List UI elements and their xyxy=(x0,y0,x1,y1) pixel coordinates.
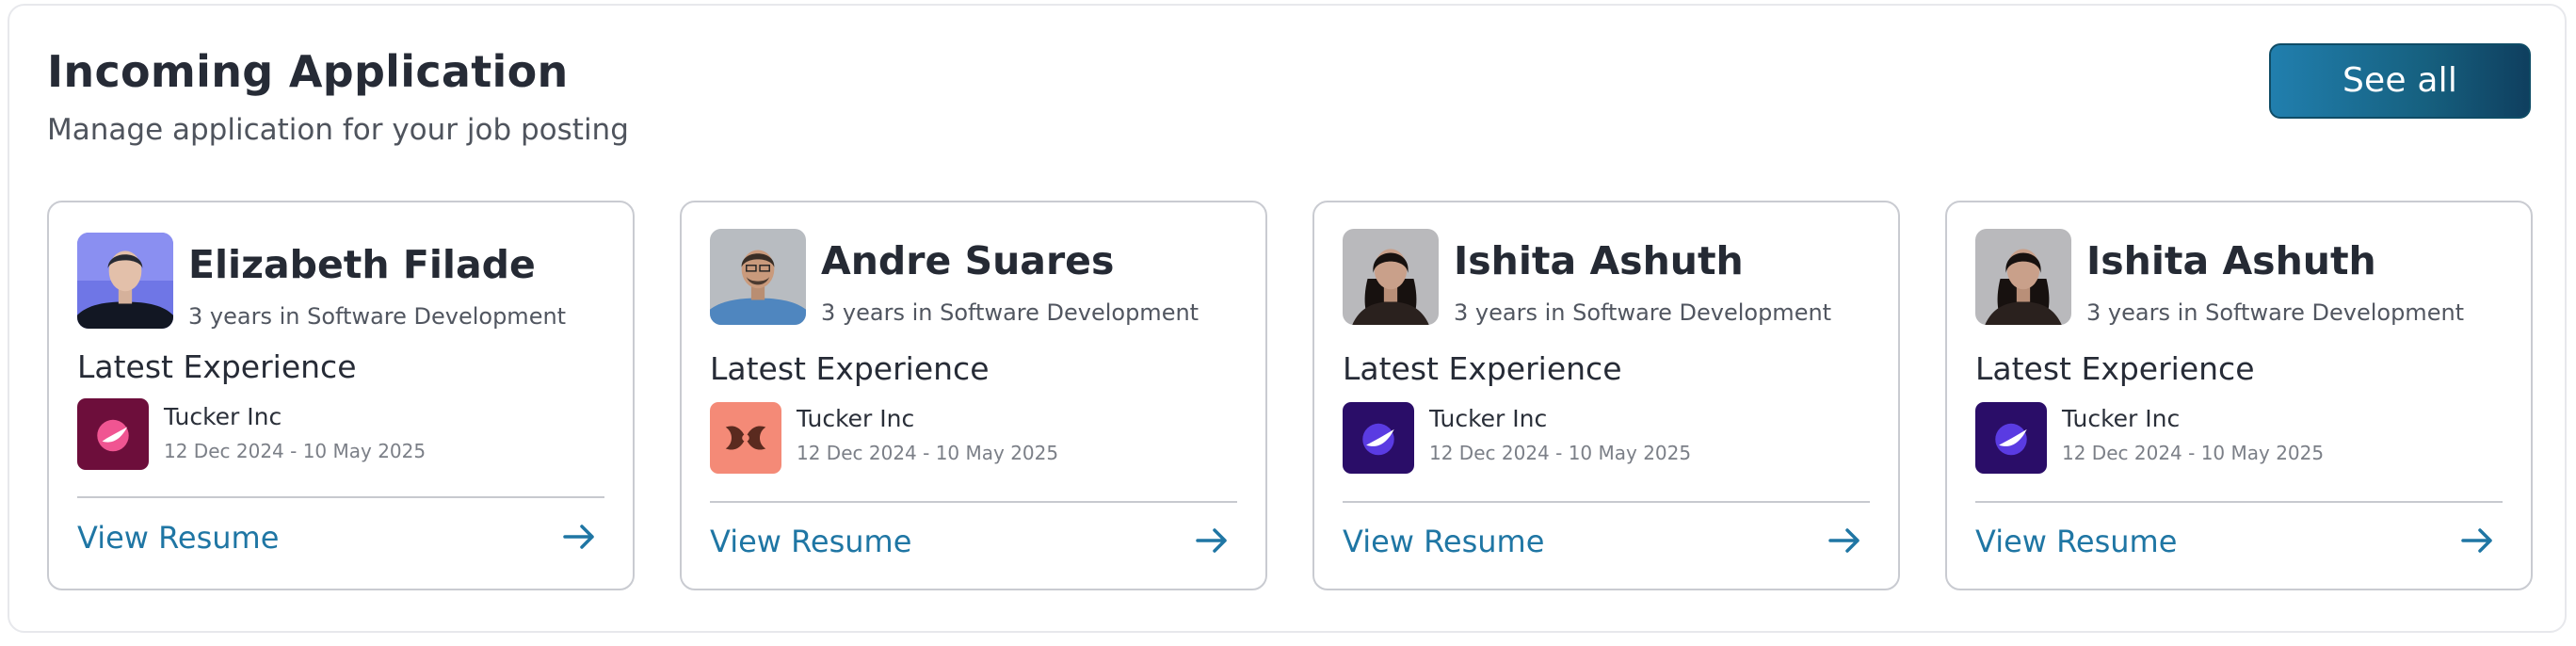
arrow-right-icon[interactable] xyxy=(1196,526,1228,555)
latest-experience-label: Latest Experience xyxy=(1343,350,1622,387)
view-resume-link[interactable]: View Resume xyxy=(710,522,911,561)
view-resume-link[interactable]: View Resume xyxy=(1343,522,1544,561)
applicant-card: Ishita Ashuth 3 years in Software Develo… xyxy=(1312,201,1900,590)
company-name: Tucker Inc xyxy=(164,403,282,430)
applicant-card: Elizabeth Filade 3 years in Software Dev… xyxy=(47,201,635,590)
company-logo xyxy=(1975,402,2047,474)
card-divider xyxy=(1343,501,1870,503)
employment-dates: 12 Dec 2024 - 10 May 2025 xyxy=(1429,442,1692,464)
latest-experience-label: Latest Experience xyxy=(710,350,990,387)
card-divider xyxy=(710,501,1237,503)
avatar-woman-grey-bg-icon xyxy=(1975,229,2071,325)
company-name: Tucker Inc xyxy=(797,405,915,432)
incoming-application-panel: Incoming Application Manage application … xyxy=(8,4,2567,633)
arrow-right-icon-svg xyxy=(1828,528,1860,553)
applicant-name: Andre Suares xyxy=(821,238,1115,283)
avatar xyxy=(77,233,173,329)
view-resume-link[interactable]: View Resume xyxy=(1975,522,2177,561)
applicant-name: Elizabeth Filade xyxy=(188,242,536,287)
applicant-card: Andre Suares 3 years in Software Develop… xyxy=(680,201,1267,590)
arrow-right-icon-svg xyxy=(2461,528,2492,553)
employment-dates: 12 Dec 2024 - 10 May 2025 xyxy=(2062,442,2325,464)
avatar-man-grey-bg-icon xyxy=(710,229,806,325)
avatar xyxy=(710,229,806,325)
avatar-woman-blue-bg-icon xyxy=(77,233,173,329)
employment-dates: 12 Dec 2024 - 10 May 2025 xyxy=(164,440,427,462)
tucker-logo-coral-icon xyxy=(710,402,781,474)
employment-dates: 12 Dec 2024 - 10 May 2025 xyxy=(797,442,1059,464)
card-divider xyxy=(1975,501,2503,503)
company-logo xyxy=(1343,402,1414,474)
latest-experience-label: Latest Experience xyxy=(1975,350,2255,387)
applicant-experience: 3 years in Software Development xyxy=(821,299,1199,326)
applicant-card: Ishita Ashuth 3 years in Software Develo… xyxy=(1945,201,2533,590)
applicant-experience: 3 years in Software Development xyxy=(1454,299,1832,326)
tucker-logo-indigo-icon xyxy=(1343,402,1414,474)
page-subtitle: Manage application for your job posting xyxy=(47,113,629,147)
arrow-right-icon[interactable] xyxy=(1828,526,1860,555)
applicant-name: Ishita Ashuth xyxy=(1454,238,1744,283)
tucker-logo-indigo-icon xyxy=(1975,402,2047,474)
company-logo xyxy=(77,398,149,470)
arrow-right-icon[interactable] xyxy=(563,523,595,551)
see-all-button[interactable]: See all xyxy=(2269,43,2531,119)
avatar xyxy=(1343,229,1439,325)
applicant-experience: 3 years in Software Development xyxy=(2086,299,2465,326)
view-resume-link[interactable]: View Resume xyxy=(77,518,279,557)
page-title: Incoming Application xyxy=(47,46,569,97)
card-divider xyxy=(77,496,604,498)
arrow-right-icon[interactable] xyxy=(2461,526,2493,555)
company-name: Tucker Inc xyxy=(2062,405,2181,432)
avatar xyxy=(1975,229,2071,325)
company-name: Tucker Inc xyxy=(1429,405,1548,432)
arrow-right-icon-svg xyxy=(1196,528,1227,553)
latest-experience-label: Latest Experience xyxy=(77,348,357,385)
applicant-experience: 3 years in Software Development xyxy=(188,303,567,330)
company-logo xyxy=(710,402,781,474)
tucker-logo-pink-icon xyxy=(77,398,149,470)
applicant-name: Ishita Ashuth xyxy=(2086,238,2376,283)
arrow-right-icon-svg xyxy=(563,525,594,549)
avatar-woman-grey-bg-icon xyxy=(1343,229,1439,325)
